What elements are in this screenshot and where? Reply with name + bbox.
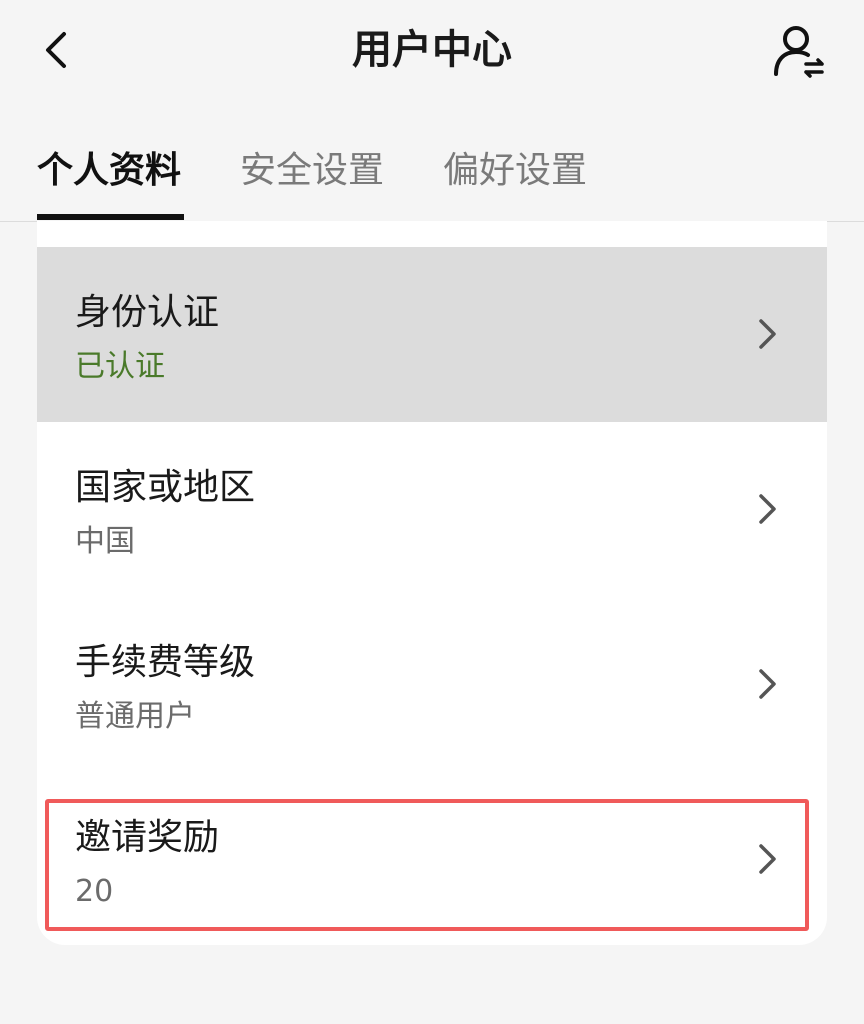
item-value: 20 (75, 874, 114, 909)
user-switch-icon (774, 26, 824, 78)
item-value: 已认证 (75, 349, 165, 384)
list-item-country-region[interactable]: 国家或地区 中国 (37, 422, 827, 597)
item-title: 身份认证 (75, 292, 220, 333)
tab-preferences[interactable]: 偏好设置 (443, 140, 587, 221)
item-title: 手续费等级 (75, 642, 256, 683)
chevron-right-icon (759, 319, 776, 349)
item-value: 普通用户 (75, 699, 195, 734)
chevron-right-icon (759, 844, 776, 874)
tab-profile[interactable]: 个人资料 (37, 140, 181, 221)
chevron-right-icon (759, 669, 776, 699)
page-title: 用户中心 (352, 27, 512, 73)
active-tab-indicator (37, 214, 184, 220)
list-item-identity-verification[interactable]: 身份认证 已认证 (37, 247, 827, 422)
user-center-screen: 用户中心 个人资料 安全设置 偏好设置 身份认证 已认证 国家或地区 中国 手续… (0, 0, 864, 1024)
item-title: 国家或地区 (75, 467, 256, 508)
tab-security[interactable]: 安全设置 (240, 140, 384, 221)
list-item-invite-rewards[interactable]: 邀请奖励 20 (37, 772, 827, 945)
chevron-right-icon (759, 494, 776, 524)
item-value: 中国 (75, 524, 135, 559)
item-title: 邀请奖励 (75, 817, 220, 858)
tab-bar: 个人资料 安全设置 偏好设置 (0, 140, 864, 222)
header-bar: 用户中心 (0, 0, 864, 105)
profile-card: 身份认证 已认证 国家或地区 中国 手续费等级 普通用户 邀请奖励 20 (37, 221, 827, 945)
list-item-fee-level[interactable]: 手续费等级 普通用户 (37, 597, 827, 772)
switch-account-button[interactable] (766, 20, 830, 84)
